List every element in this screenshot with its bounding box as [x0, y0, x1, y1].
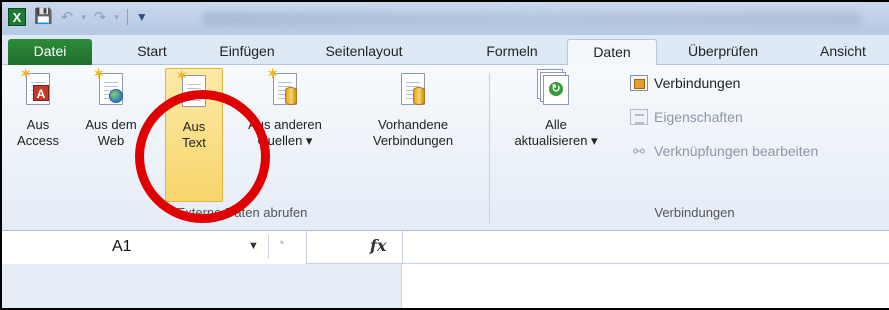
from-web-label-1: Aus dem [85, 117, 137, 132]
web-icon: ✶ [92, 67, 126, 111]
tab-ansicht[interactable]: Ansicht [803, 39, 883, 65]
edit-links-icon: ⚯ [633, 143, 645, 159]
connections-label: Verbindungen [654, 75, 741, 91]
excel-icon[interactable]: X [8, 8, 26, 26]
worksheet-area[interactable] [2, 264, 889, 308]
tab-daten[interactable]: Daten [567, 39, 657, 66]
properties-label: Eigenschaften [654, 109, 743, 125]
from-web-button[interactable]: ✶ Aus dem Web [76, 67, 146, 197]
from-access-label-1: Aus [26, 117, 50, 132]
formula-separator [402, 231, 403, 264]
chevron-down-icon[interactable]: ▼ [248, 240, 259, 252]
undo-dropdown-icon[interactable]: ▾ [81, 12, 86, 23]
formula-bar: A1 ▼ ◔ fx [2, 231, 889, 264]
group-label-connections: Verbindungen [654, 205, 735, 220]
redo-dropdown-icon[interactable]: ▾ [114, 12, 119, 23]
from-access-label-2: Access [17, 133, 59, 148]
ribbon-tabs: Datei Start Einfügen Seitenlayout Formel… [2, 35, 889, 66]
name-box[interactable]: A1 ▼ ◔ [2, 231, 307, 264]
qat-separator [126, 9, 128, 25]
resize-handle-icon[interactable]: ◔ [276, 235, 285, 252]
properties-button[interactable]: Eigenschaften [630, 107, 743, 127]
refresh-all-label-2: aktualisieren ▾ [514, 133, 598, 148]
edit-links-label: Verknüpfungen bearbeiten [654, 143, 819, 159]
undo-icon[interactable]: ↶ [61, 8, 74, 26]
tab-einfuegen[interactable]: Einfügen [207, 39, 287, 65]
connections-icon [630, 75, 648, 91]
column-header-area [2, 264, 402, 308]
tab-start[interactable]: Start [122, 39, 182, 65]
group-separator [489, 73, 490, 223]
from-access-button[interactable]: ✶ A Aus Access [12, 67, 64, 197]
quick-access-toolbar: X 💾 ↶ ▾ ↷ ▾ ▼ [8, 8, 148, 26]
refresh-all-button[interactable]: ↻ Alle aktualisieren ▾ [500, 71, 612, 197]
redo-icon[interactable]: ↷ [94, 8, 107, 26]
annotation-circle [135, 90, 270, 223]
tab-seitenlayout[interactable]: Seitenlayout [309, 39, 419, 65]
edit-links-button[interactable]: ⚯ Verknüpfungen bearbeiten [630, 141, 818, 161]
existing-connections-label-1: Vorhandene [377, 117, 449, 132]
name-box-separator [268, 235, 269, 259]
insert-function-icon[interactable]: fx [370, 236, 386, 255]
window-title-blurred [202, 12, 862, 26]
tab-ueberpruefen[interactable]: Überprüfen [673, 39, 773, 65]
name-box-value: A1 [112, 238, 132, 255]
other-sources-icon: ✶ [266, 67, 300, 111]
refresh-all-icon: ↻ [541, 71, 571, 111]
title-bar: X 💾 ↶ ▾ ↷ ▾ ▼ [2, 2, 889, 35]
access-db-icon: ✶ A [19, 67, 53, 111]
customize-qat-icon[interactable]: ▼ [136, 8, 148, 26]
existing-connections-button[interactable]: Vorhandene Verbindungen [357, 71, 469, 197]
connections-button[interactable]: Verbindungen [630, 73, 740, 93]
excel-window: X 💾 ↶ ▾ ↷ ▾ ▼ Datei Start Einfügen Seite… [0, 0, 889, 310]
existing-connections-label-2: Verbindungen [372, 133, 454, 148]
save-icon[interactable]: 💾 [34, 8, 53, 26]
existing-connections-icon [398, 71, 428, 111]
refresh-all-label-1: Alle [545, 117, 567, 132]
properties-icon [630, 109, 648, 125]
tab-datei[interactable]: Datei [8, 39, 92, 65]
tab-formeln[interactable]: Formeln [477, 39, 547, 65]
